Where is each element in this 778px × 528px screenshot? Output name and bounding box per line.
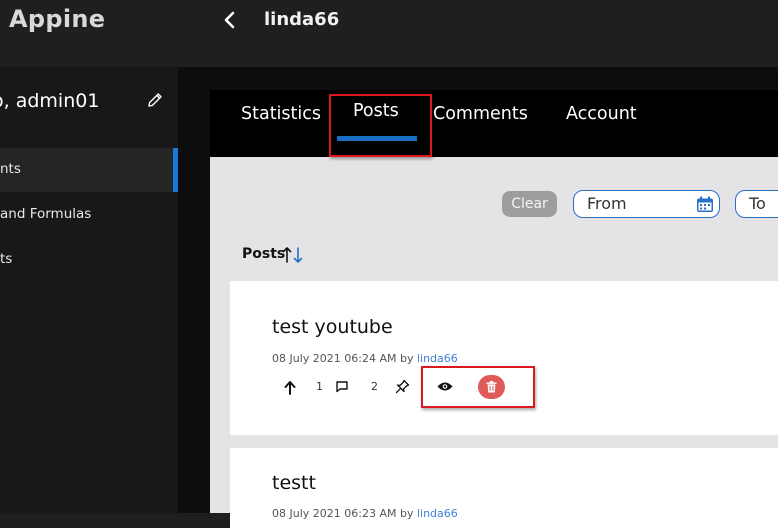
back-arrow-icon[interactable]	[220, 9, 240, 31]
clear-button[interactable]: Clear	[502, 191, 557, 217]
tab-comments[interactable]: Comments	[433, 104, 528, 124]
post-meta: 08 July 2021 06:24 AM by linda66	[272, 352, 458, 365]
post-date: 08 July 2021 06:24 AM by	[272, 352, 414, 365]
sort-label: Posts	[242, 246, 286, 262]
sidebar-item-label: and Formulas	[0, 206, 92, 222]
to-date-placeholder: To	[749, 194, 766, 213]
tab-statistics[interactable]: Statistics	[241, 104, 321, 124]
to-date-field[interactable]: To	[735, 190, 778, 218]
sort-arrows-icon[interactable]	[282, 246, 306, 264]
post-author-link[interactable]: linda66	[417, 507, 458, 520]
post-author-link[interactable]: linda66	[417, 352, 458, 365]
from-date-field[interactable]: From	[573, 190, 720, 218]
calendar-icon[interactable]	[696, 196, 714, 213]
upvote-count: 1	[316, 380, 323, 393]
active-tab-indicator	[337, 136, 417, 141]
comment-icon[interactable]	[335, 380, 349, 393]
sidebar-item-2[interactable]: and Formulas	[0, 193, 178, 237]
trash-icon	[486, 381, 497, 393]
sidebar: o, admin01 nts and Formulas ts	[0, 67, 178, 513]
post-title[interactable]: test youtube	[272, 316, 393, 338]
pin-icon[interactable]	[395, 379, 410, 394]
top-bar	[0, 0, 778, 67]
from-date-placeholder: From	[587, 194, 627, 213]
sidebar-item-label: ts	[0, 251, 13, 267]
tab-account[interactable]: Account	[566, 104, 637, 124]
edit-pencil-icon[interactable]	[146, 91, 164, 109]
upvote-arrow-icon[interactable]	[284, 380, 296, 395]
delete-button[interactable]	[478, 375, 505, 399]
page-title: linda66	[264, 9, 340, 30]
app-logo[interactable]: Appine	[9, 5, 105, 33]
post-date: 08 July 2021 06:23 AM by	[272, 507, 414, 520]
post-meta: 08 July 2021 06:23 AM by linda66	[272, 507, 458, 520]
sidebar-item-1[interactable]: nts	[0, 148, 178, 192]
tab-posts[interactable]: Posts	[353, 101, 399, 121]
view-eye-icon[interactable]	[437, 381, 453, 392]
sidebar-item-label: nts	[0, 161, 21, 177]
comment-count: 2	[371, 380, 378, 393]
sidebar-greeting: o, admin01	[0, 90, 100, 112]
sidebar-item-3[interactable]: ts	[0, 238, 178, 282]
post-title[interactable]: testt	[272, 472, 316, 494]
